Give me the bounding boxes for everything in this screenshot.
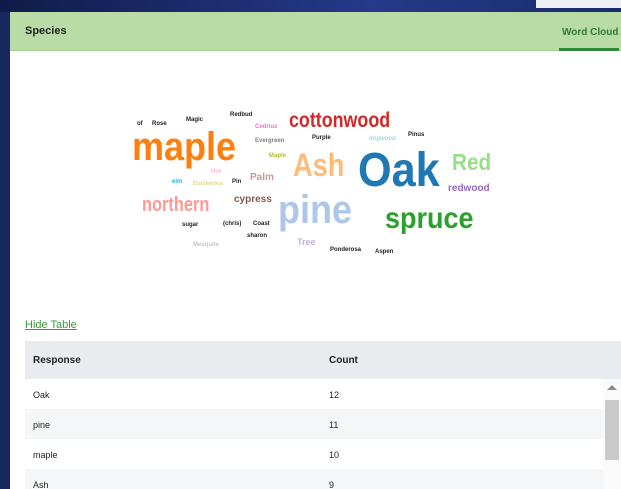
word-cloud-word: (chris) — [223, 221, 242, 227]
active-tab-indicator — [559, 48, 619, 51]
tab-word-cloud[interactable]: Word Cloud — [562, 27, 618, 38]
word-cloud-word: Mesquite — [193, 242, 220, 248]
scroll-up-arrow-icon[interactable] — [607, 385, 617, 390]
word-cloud-word: Pin — [232, 179, 242, 185]
word-cloud-word: Palm — [250, 172, 274, 183]
response-cell: pine — [33, 420, 51, 430]
table-row: Ash 9 — [25, 469, 603, 489]
word-cloud-word: Ash — [293, 147, 345, 183]
panel-header: Species Word Cloud — [10, 12, 621, 51]
word-cloud-word: dogwood — [369, 136, 396, 142]
word-cloud-word: cottonwood — [289, 109, 391, 132]
word-cloud-word: Redbud — [230, 112, 253, 118]
table-row: Oak 12 — [25, 379, 603, 409]
word-cloud-word: Purple — [312, 135, 331, 141]
count-cell: 11 — [329, 420, 339, 430]
word-cloud-word: sharon — [247, 233, 268, 239]
column-header-response[interactable]: Response — [33, 355, 81, 366]
response-table: Response Count Oak 12 pine 11 maple 10 A… — [25, 341, 621, 489]
count-cell: 9 — [329, 480, 335, 489]
word-cloud-word: Hot — [211, 169, 221, 175]
count-cell: 10 — [329, 450, 340, 460]
word-cloud-word: Pinus — [408, 132, 425, 138]
response-cell: Oak — [33, 390, 50, 400]
word-cloud-word: Aspen — [375, 249, 394, 255]
panel-title: Species — [25, 25, 67, 37]
word-cloud-word: elm — [172, 179, 183, 185]
word-cloud-word: Tree — [297, 237, 316, 247]
word-cloud-word: northern — [142, 194, 210, 216]
word-cloud-word: pine — [278, 188, 353, 232]
word-cloud-word: Cedrius — [255, 124, 278, 130]
hide-table-link[interactable]: Hide Table — [25, 319, 77, 331]
response-cell: Ash — [33, 480, 49, 489]
column-header-count[interactable]: Count — [329, 355, 358, 366]
table-row: maple 10 — [25, 439, 603, 469]
word-cloud-word: spruce — [385, 202, 474, 235]
table-row: pine 11 — [25, 409, 603, 439]
window-top-strip — [0, 0, 621, 12]
count-cell: 12 — [329, 390, 340, 400]
word-cloud: of Rose Magic Redbud Cedrius cottonwood … — [10, 52, 621, 312]
species-panel: Species Word Cloud of Rose Magic Redbud … — [10, 12, 621, 489]
table-scrollbar[interactable] — [603, 379, 621, 489]
word-cloud-word: Red — [452, 149, 492, 175]
word-cloud-word: Maple — [269, 153, 287, 159]
word-cloud-word: Oak — [358, 144, 440, 197]
response-cell: maple — [33, 450, 58, 460]
word-cloud-word: cypress — [234, 194, 272, 205]
word-cloud-word: Evergreen — [255, 138, 285, 144]
scrollbar-thumb[interactable] — [605, 400, 619, 460]
top-strip-highlight — [536, 0, 621, 8]
word-cloud-word: sugar — [182, 222, 199, 228]
word-cloud-word: Eucleenea — [193, 181, 223, 187]
word-cloud-word: Ponderosa — [330, 247, 362, 253]
table-header: Response Count — [25, 341, 621, 379]
word-cloud-word: maple — [132, 125, 237, 169]
word-cloud-word: Coast — [253, 221, 270, 227]
word-cloud-word: redwood — [448, 183, 490, 194]
word-cloud-word: Magic — [186, 117, 204, 123]
